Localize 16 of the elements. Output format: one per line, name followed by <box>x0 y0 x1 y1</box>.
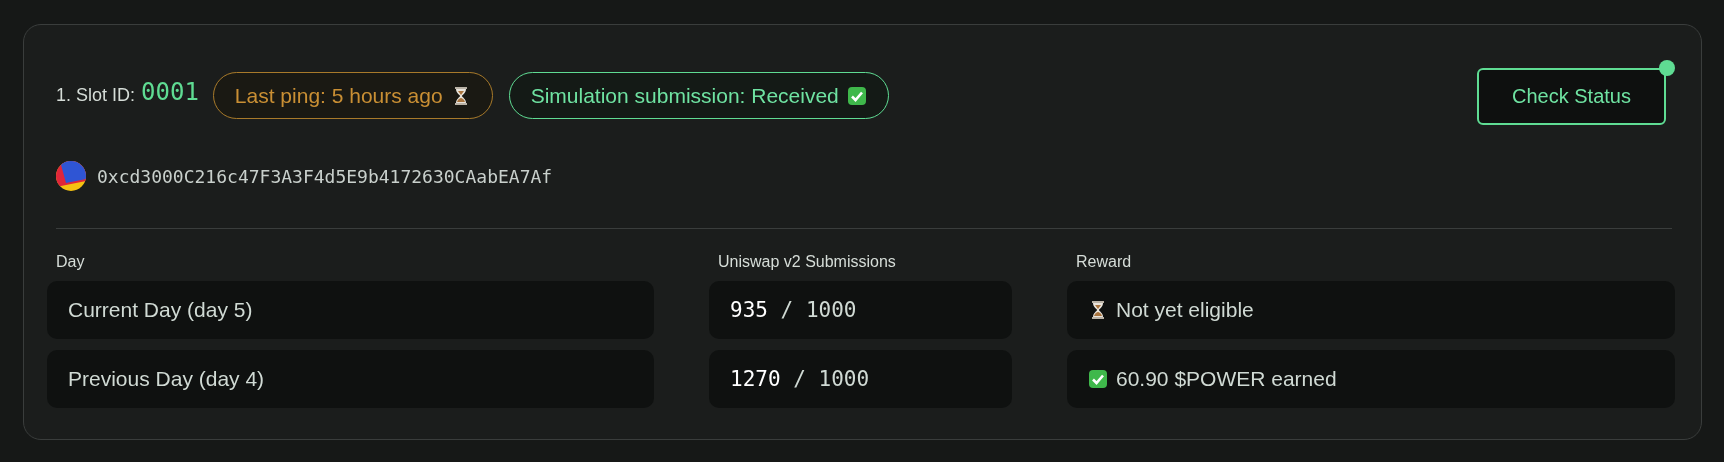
check-status-button[interactable]: Check Status <box>1477 68 1666 125</box>
slot-label: 1. Slot ID: <box>56 85 136 106</box>
submissions-cell: 1270 / 1000 <box>709 350 1012 408</box>
day-cell: Previous Day (day 4) <box>47 350 654 408</box>
reward-cell: 60.90 $POWER earned <box>1067 350 1675 408</box>
ping-badge: Last ping: 5 hours ago <box>212 72 493 119</box>
wallet-address: 0xcd3000C216c47F3A3F4d5E9b4172630CAabEA7Af <box>97 165 553 187</box>
slot-id: 0001 <box>141 78 199 106</box>
column-header: Day <box>55 253 86 271</box>
submission-badge: Simulation submission: Received <box>508 72 889 119</box>
submissions-cell: 935 / 1000 <box>709 281 1012 339</box>
avatar-icon <box>56 161 86 191</box>
reward-cell: Not yet eligible <box>1067 281 1675 339</box>
day-cell: Current Day (day 5) <box>47 281 654 339</box>
column-header: Uniswap v2 Submissions <box>717 253 897 271</box>
column-header: Reward <box>1075 253 1133 271</box>
